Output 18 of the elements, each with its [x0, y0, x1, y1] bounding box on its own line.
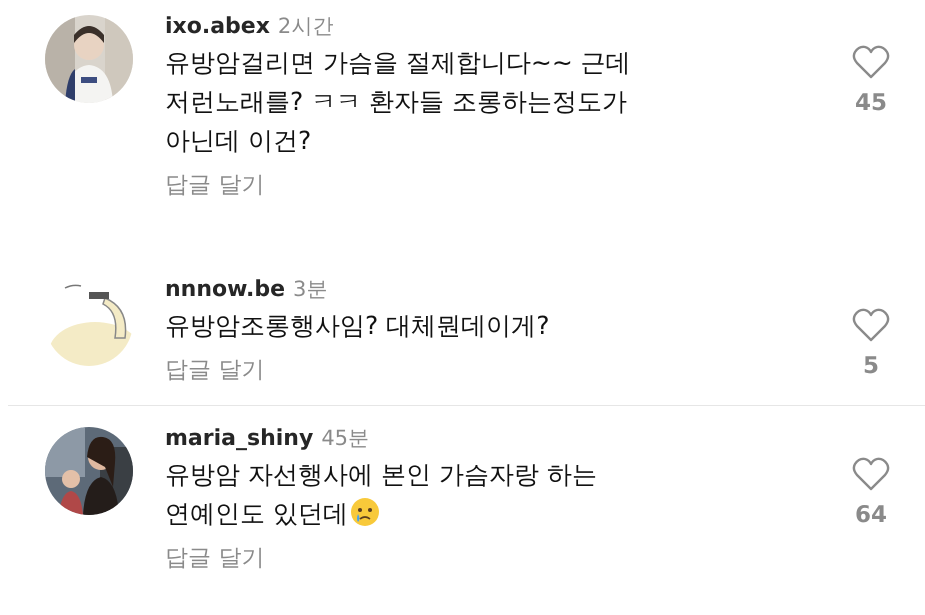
like-button[interactable] — [851, 456, 891, 492]
username[interactable]: maria_shiny — [165, 426, 314, 451]
like-count: 64 — [854, 501, 887, 530]
comment-text: 아닌데 이건? — [165, 126, 312, 155]
comment-text: 연예인도 있던데 — [165, 499, 348, 528]
like-count: 5 — [862, 352, 879, 380]
comment-text: 저런노래를? ㅋㅋ 환자들 조롱하는정도가 — [165, 87, 628, 116]
username[interactable]: nnnow.be — [165, 276, 286, 302]
comment-text: 유방암조롱행사임? 대체뭔데이게? — [165, 310, 550, 340]
timestamp: 3분 — [293, 276, 328, 300]
username[interactable]: ixo.abex — [165, 14, 270, 39]
comment-text: 유방암 자선행사에 본인 가슴자랑 하는 — [165, 460, 597, 489]
timestamp: 2시간 — [278, 14, 334, 38]
like-count: 45 — [854, 89, 887, 118]
timestamp: 45분 — [321, 426, 370, 450]
like-button[interactable] — [851, 306, 891, 342]
like-button[interactable] — [851, 44, 891, 80]
comment-text: 유방암걸리면 가슴을 절제합니다~~ 근데 — [165, 48, 631, 77]
